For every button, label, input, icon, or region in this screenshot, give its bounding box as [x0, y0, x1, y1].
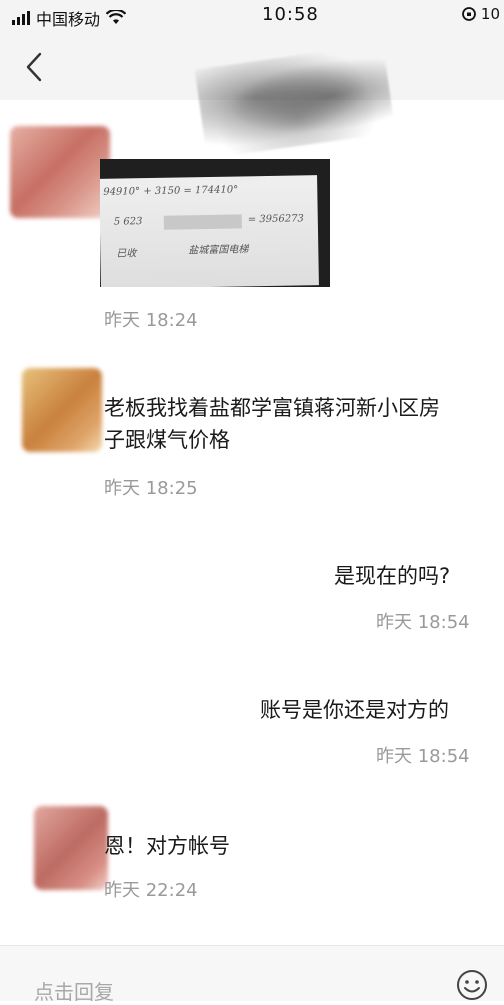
- battery-percent: 10: [480, 5, 500, 23]
- message-timestamp: 昨天 18:54: [376, 612, 470, 633]
- avatar[interactable]: [10, 126, 110, 218]
- redacted-contact-name: [194, 43, 396, 159]
- message-timestamp: 昨天 18:54: [376, 746, 470, 767]
- avatar[interactable]: [34, 806, 108, 890]
- message-text[interactable]: 是现在的吗?: [334, 560, 450, 592]
- message-timestamp: 昨天 18:25: [104, 478, 198, 499]
- message-text-line: 子跟煤气价格: [104, 428, 230, 452]
- reply-bar: 点击回复: [0, 945, 504, 1004]
- clock-time: 10:58: [262, 4, 319, 25]
- reply-input[interactable]: 点击回复: [34, 976, 114, 1005]
- image-message[interactable]: 94910° + 3150 = 174410° 5 623 = 3956273 …: [100, 159, 330, 287]
- message-text-line: 老板我找着盐都学富镇蒋河新小区房: [104, 396, 440, 420]
- message-text[interactable]: 恩！对方帐号: [104, 830, 230, 862]
- emoji-smile-icon[interactable]: [455, 968, 489, 1002]
- status-left: 中国移动: [12, 6, 127, 30]
- chevron-left-icon[interactable]: [18, 48, 52, 86]
- carrier-label: 中国移动: [36, 10, 101, 29]
- message-timestamp: 昨天 22:24: [104, 880, 198, 901]
- message-timestamp: 昨天 18:24: [104, 310, 198, 331]
- photo-text-line: 94910° + 3150 = 174410°: [103, 184, 239, 198]
- status-right: 10: [461, 5, 500, 23]
- photo-text-line: 5 623: [113, 216, 143, 228]
- redaction-block: [163, 214, 242, 230]
- photo-text-line: = 3956273: [247, 213, 304, 226]
- message-text[interactable]: 账号是你还是对方的: [260, 694, 449, 726]
- status-bar: 中国移动 10:58 10: [0, 0, 504, 34]
- avatar[interactable]: [22, 368, 102, 452]
- signal-icon: [12, 11, 30, 25]
- photo-text-line: 盐城富国电梯: [188, 244, 249, 257]
- chat-header: [0, 34, 504, 159]
- message-text[interactable]: 老板我找着盐都学富镇蒋河新小区房 子跟煤气价格: [104, 392, 440, 456]
- orientation-lock-icon: [462, 7, 476, 21]
- photo-text-line: 已收: [116, 248, 137, 260]
- handwritten-receipt-photo: 94910° + 3150 = 174410° 5 623 = 3956273 …: [100, 175, 319, 287]
- wifi-icon: [106, 10, 127, 24]
